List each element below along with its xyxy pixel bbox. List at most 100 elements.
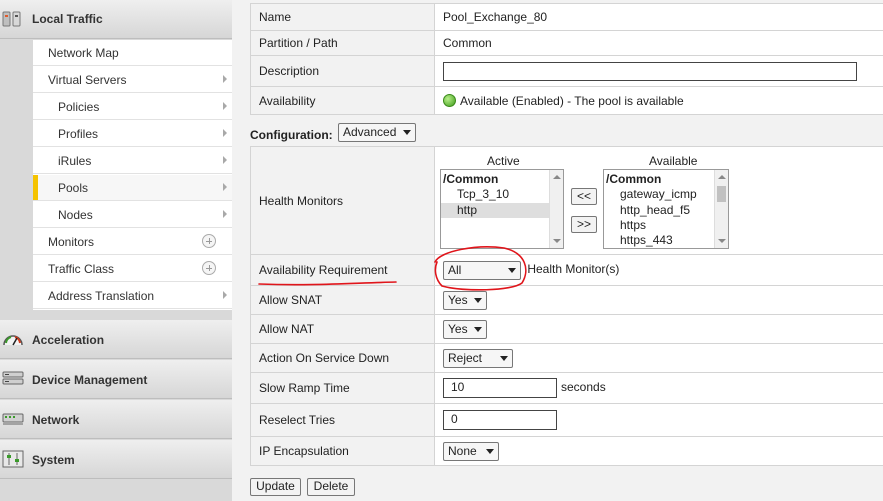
- sidebar-item-monitors[interactable]: Monitors: [33, 229, 232, 255]
- sidebar-item-pools[interactable]: Pools: [33, 175, 232, 201]
- delete-button[interactable]: Delete: [307, 478, 355, 496]
- sidebar-item-traffic-class[interactable]: Traffic Class: [33, 256, 232, 282]
- sidebar-item-policies[interactable]: Policies: [33, 94, 232, 120]
- scroll-up-icon: [553, 175, 561, 179]
- sidebar-item-nodes[interactable]: Nodes: [33, 202, 232, 228]
- availability-value: Available (Enabled) - The pool is availa…: [460, 93, 684, 108]
- action-on-service-down-row: Action On Service Down Reject: [250, 343, 883, 373]
- available-monitors-list[interactable]: /Common gateway_icmp http_head_f5 https …: [603, 169, 729, 249]
- configuration-mode-value: Advanced: [343, 125, 397, 139]
- slow-ramp-time-field[interactable]: 10: [443, 378, 557, 398]
- plus-circle-icon[interactable]: [202, 234, 216, 248]
- scrollbar[interactable]: [714, 170, 728, 248]
- partition-label: Partition / Path: [250, 30, 435, 56]
- chevron-right-icon: [223, 210, 227, 218]
- chevron-right-icon: [223, 75, 227, 83]
- section-device-management-label: Device Management: [32, 373, 148, 387]
- name-value: Pool_Exchange_80: [434, 3, 883, 31]
- sidebar-item-label: Traffic Class: [48, 262, 115, 276]
- chevron-down-icon: [486, 448, 494, 454]
- list-item[interactable]: /Common: [604, 172, 714, 187]
- section-network[interactable]: Network: [0, 400, 232, 439]
- section-system-label: System: [32, 453, 75, 467]
- allow-snat-value: Yes: [448, 292, 468, 307]
- availability-row: Availability Available (Enabled) - The p…: [250, 86, 883, 115]
- sidebar-item-profiles[interactable]: Profiles: [33, 121, 232, 147]
- sidebar-item-label: Network Map: [48, 46, 119, 60]
- allow-snat-label: Allow SNAT: [250, 285, 435, 315]
- configuration-mode-select[interactable]: Advanced: [338, 123, 416, 142]
- local-traffic-submenu: Network Map Virtual Servers Policies Pro…: [33, 40, 232, 310]
- description-row: Description: [250, 55, 883, 87]
- action-on-service-down-select[interactable]: Reject: [443, 348, 513, 368]
- sidebar-item-virtual-servers[interactable]: Virtual Servers: [33, 67, 232, 93]
- configuration-table: Health Monitors Active Available /Common…: [250, 146, 883, 466]
- chevron-down-icon: [403, 130, 411, 135]
- system-icon: [2, 450, 24, 468]
- list-item[interactable]: http_head_f5: [604, 203, 714, 218]
- list-item[interactable]: Tcp_3_10: [441, 187, 549, 202]
- scroll-up-icon: [718, 175, 726, 179]
- list-item-selected[interactable]: http: [441, 203, 549, 218]
- configuration-label: Configuration:: [250, 128, 333, 142]
- availability-label: Availability: [250, 86, 435, 115]
- ip-encapsulation-row: IP Encapsulation None: [250, 436, 883, 466]
- description-field[interactable]: [443, 61, 857, 81]
- chevron-down-icon: [474, 297, 482, 303]
- chevron-down-icon: [508, 267, 516, 273]
- section-local-traffic[interactable]: Local Traffic: [0, 0, 232, 39]
- reselect-tries-row: Reselect Tries 0: [250, 403, 883, 437]
- scroll-thumb[interactable]: [717, 186, 726, 202]
- local-traffic-icon: [2, 11, 21, 27]
- available-header: Available: [649, 154, 698, 168]
- sidebar-item-label: Pools: [58, 181, 89, 195]
- left-navigation: Local Traffic Network Map Virtual Server…: [0, 0, 232, 501]
- chevron-right-icon: [223, 129, 227, 137]
- availability-requirement-suffix: Health Monitor(s): [527, 262, 620, 277]
- speedometer-icon: [3, 335, 23, 346]
- general-properties-table: Name Pool_Exchange_80 Partition / Path C…: [250, 3, 883, 115]
- list-item[interactable]: https: [604, 218, 714, 233]
- health-monitors-editor: Active Available /Common Tcp_3_10 http <…: [435, 147, 883, 255]
- allow-nat-select[interactable]: Yes: [443, 319, 487, 339]
- allow-snat-select[interactable]: Yes: [443, 290, 487, 310]
- section-system[interactable]: System: [0, 440, 232, 479]
- name-row: Name Pool_Exchange_80: [250, 3, 883, 31]
- allow-nat-row: Allow NAT Yes: [250, 314, 883, 344]
- status-available-icon: [443, 93, 456, 107]
- reselect-tries-field[interactable]: 0: [443, 410, 557, 430]
- health-monitors-row: Health Monitors Active Available /Common…: [250, 146, 883, 255]
- slow-ramp-time-row: Slow Ramp Time 10 seconds: [250, 372, 883, 404]
- scrollbar[interactable]: [549, 170, 563, 248]
- ip-encapsulation-select[interactable]: None: [443, 441, 499, 461]
- sidebar-item-network-map[interactable]: Network Map: [33, 40, 232, 66]
- sidebar-item-label: Policies: [58, 100, 100, 114]
- sidebar-item-label: Nodes: [58, 208, 93, 222]
- sidebar-item-address-translation[interactable]: Address Translation: [33, 283, 232, 309]
- slow-ramp-time-unit: seconds: [561, 380, 606, 395]
- sidebar-item-irules[interactable]: iRules: [33, 148, 232, 174]
- sidebar-item-label: Address Translation: [48, 289, 155, 303]
- section-network-label: Network: [32, 413, 80, 427]
- scroll-down-icon: [718, 239, 726, 243]
- list-item[interactable]: gateway_icmp: [604, 187, 714, 202]
- active-monitors-list[interactable]: /Common Tcp_3_10 http: [440, 169, 564, 249]
- allow-nat-value: Yes: [448, 321, 468, 336]
- ip-encapsulation-value: None: [448, 443, 477, 458]
- plus-circle-icon[interactable]: [202, 261, 216, 275]
- add-monitor-button[interactable]: <<: [571, 188, 597, 205]
- name-label: Name: [250, 3, 435, 31]
- scroll-down-icon: [553, 239, 561, 243]
- update-button[interactable]: Update: [250, 478, 301, 496]
- network-icon: [2, 413, 24, 425]
- sidebar-item-label: Monitors: [48, 235, 95, 249]
- list-item[interactable]: /Common: [441, 172, 549, 187]
- chevron-right-icon: [223, 291, 227, 299]
- section-acceleration[interactable]: Acceleration: [0, 320, 232, 359]
- section-device-management[interactable]: Device Management: [0, 360, 232, 399]
- active-header: Active: [487, 154, 520, 168]
- remove-monitor-button[interactable]: >>: [571, 216, 597, 233]
- list-item[interactable]: https_443: [604, 233, 714, 248]
- availability-requirement-select[interactable]: All: [443, 260, 521, 280]
- allow-snat-row: Allow SNAT Yes: [250, 285, 883, 315]
